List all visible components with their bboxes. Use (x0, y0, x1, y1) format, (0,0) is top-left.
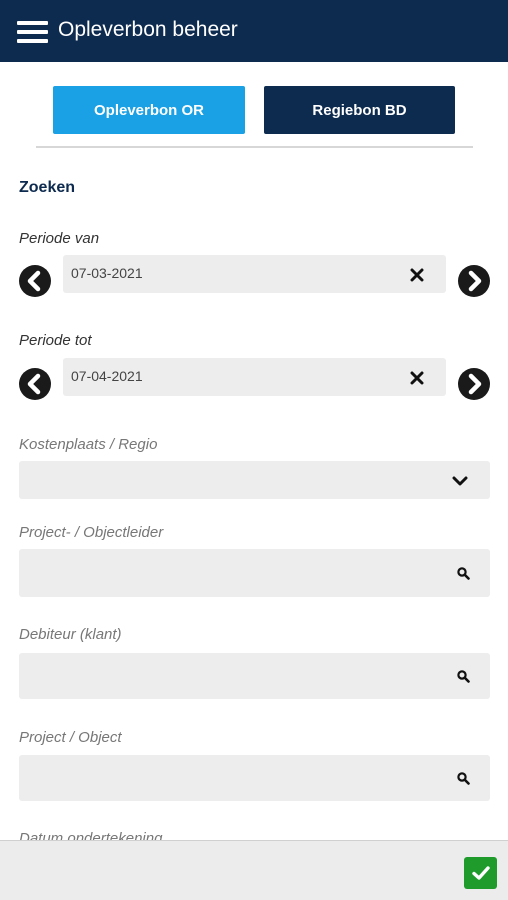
chevron-right-icon[interactable] (458, 265, 490, 297)
project-object-label: Project / Object (19, 729, 122, 746)
project-object-field[interactable] (19, 755, 490, 801)
search-icon[interactable] (457, 670, 470, 683)
clear-icon[interactable] (410, 268, 424, 282)
periode-tot-label: Periode tot (19, 332, 92, 349)
debiteur-label: Debiteur (klant) (19, 626, 122, 643)
confirm-button[interactable] (464, 857, 497, 889)
chevron-left-icon[interactable] (19, 368, 51, 400)
main-content: Opleverbon OR Regiebon BD Zoeken Periode… (0, 62, 508, 840)
periode-van-value: 07-03-2021 (71, 265, 143, 281)
app-header: Opleverbon beheer (0, 0, 508, 62)
checkmark-icon (471, 866, 490, 880)
periode-tot-value: 07-04-2021 (71, 368, 143, 384)
periode-van-label: Periode van (19, 230, 100, 247)
periode-tot-field[interactable]: 07-04-2021 (63, 358, 446, 396)
search-icon[interactable] (457, 772, 470, 785)
section-title: Zoeken (19, 179, 76, 196)
page-title: Opleverbon beheer (58, 18, 238, 41)
chevron-left-icon[interactable] (19, 265, 51, 297)
tab-regiebon-bd[interactable]: Regiebon BD (264, 86, 455, 134)
hamburger-icon[interactable] (17, 21, 48, 44)
tab-bar: Opleverbon OR Regiebon BD (36, 84, 473, 148)
projectleider-label: Project- / Objectleider (19, 524, 164, 541)
chevron-down-icon (452, 476, 468, 486)
debiteur-field[interactable] (19, 653, 490, 699)
footer-bar (0, 840, 508, 900)
search-icon[interactable] (457, 567, 470, 580)
kostenplaats-select[interactable] (19, 461, 490, 499)
tab-opleverbon-or[interactable]: Opleverbon OR (53, 86, 245, 134)
periode-van-field[interactable]: 07-03-2021 (63, 255, 446, 293)
chevron-right-icon[interactable] (458, 368, 490, 400)
datum-ondertekening-label: Datum ondertekening (19, 830, 163, 840)
clear-icon[interactable] (410, 371, 424, 385)
projectleider-field[interactable] (19, 549, 490, 597)
kostenplaats-label: Kostenplaats / Regio (19, 436, 158, 453)
